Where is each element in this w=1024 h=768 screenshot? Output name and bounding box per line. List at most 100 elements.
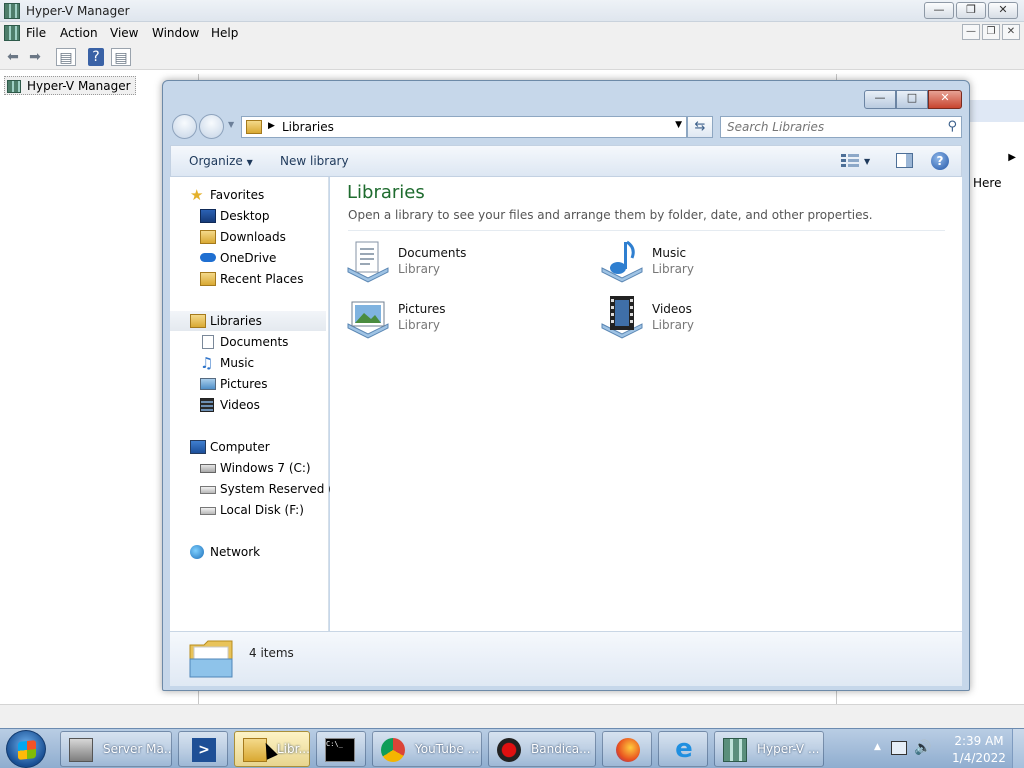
windows-logo-icon [18,740,36,760]
taskbar-bandicam[interactable]: Bandica... [488,731,596,767]
search-input[interactable] [727,120,937,134]
taskbar-powershell[interactable]: > [178,731,228,767]
library-documents[interactable]: Documents Library [344,238,584,286]
hyperv-close-button[interactable]: ✕ [988,2,1018,19]
nav-documents[interactable]: Documents [200,332,326,352]
hard-drive-icon [200,507,216,515]
mdi-restore-button[interactable]: ❐ [982,24,1000,40]
hyperv-window-title: Hyper-V Manager [26,4,130,18]
show-hide-action-pane-icon[interactable]: ▤ [111,48,131,66]
hyperv-restore-button[interactable]: ❐ [956,2,986,19]
nav-drive-d[interactable]: System Reserved (D: [200,479,346,499]
search-box[interactable]: ⚲ [720,116,962,138]
nav-drive-f[interactable]: Local Disk (F:) [200,500,326,520]
forward-button[interactable] [199,114,224,139]
nav-onedrive[interactable]: OneDrive [200,248,326,268]
start-button[interactable] [6,730,46,768]
music-library-icon [601,240,643,283]
nav-downloads[interactable]: Downloads [200,227,326,247]
hyperv-toolbar: ⬅ ➡ ▤ ? ▤ [0,44,1024,70]
back-button[interactable] [172,114,197,139]
desktop-icon [200,209,216,223]
nav-computer[interactable]: Computer [190,437,326,457]
taskbar-internet-explorer[interactable]: e [658,731,708,767]
menu-view[interactable]: View [110,26,138,40]
page-description: Open a library to see your files and arr… [348,208,873,222]
help-icon[interactable]: ? [931,152,949,170]
taskbar-hyperv-manager[interactable]: Hyper-V ... [714,731,824,767]
address-dropdown-icon[interactable]: ▼ [675,120,682,130]
menu-action[interactable]: Action [60,26,98,40]
navigation-pane: ★ Favorites Desktop Downloads OneDrive R… [170,177,346,631]
nav-videos[interactable]: Videos [200,395,326,415]
actions-item-partial[interactable]: Here [973,176,1001,190]
videos-library-icon [601,296,643,339]
nav-recent-places[interactable]: Recent Places [200,269,326,289]
taskbar-firefox[interactable] [602,731,652,767]
taskbar-command-prompt[interactable]: C:\_ [316,731,366,767]
explorer-minimize-button[interactable]: — [864,90,896,109]
downloads-folder-icon [200,230,216,244]
nav-pictures[interactable]: Pictures [200,374,326,394]
hard-drive-icon [200,486,216,494]
clock-time[interactable]: 2:39 AM [952,734,1006,748]
help-icon[interactable]: ? [88,48,104,66]
computer-icon [190,440,206,454]
view-options-dropdown-icon[interactable]: ▼ [864,157,870,166]
libraries-folder-large-icon [189,640,233,678]
volume-icon[interactable]: 🔊 [914,740,931,756]
menu-window[interactable]: Window [152,26,199,40]
search-icon[interactable]: ⚲ [947,119,957,134]
nav-libraries[interactable]: Libraries [170,311,326,331]
show-hidden-icons-icon[interactable]: ▲ [874,742,881,752]
tree-node-hyperv-manager[interactable]: Hyper-V Manager [4,76,136,95]
nav-drive-c[interactable]: Windows 7 (C:) [200,458,326,478]
network-status-icon[interactable] [891,741,907,755]
library-pictures[interactable]: Pictures Library [344,294,584,342]
preview-pane-icon[interactable] [896,153,913,168]
breadcrumb-libraries[interactable]: Libraries [282,120,334,134]
refresh-button[interactable]: ⇆ [687,116,713,138]
windows-drive-icon [200,464,216,473]
hyperv-title-bar[interactable]: Hyper-V Manager — ❐ ✕ [0,0,1024,22]
address-bar[interactable]: ▶ Libraries ▼ [241,116,687,138]
hyperv-minimize-button[interactable]: — [924,2,954,19]
taskbar-chrome[interactable]: YouTube ... [372,731,482,767]
explorer-maximize-button[interactable]: □ [896,90,928,109]
library-type: Library [652,262,694,276]
server-manager-icon [69,738,93,762]
nav-desktop[interactable]: Desktop [200,206,326,226]
taskbar-server-manager[interactable]: Server Ma... [60,731,172,767]
libraries-folder-icon [246,120,262,134]
nav-network[interactable]: Network [190,542,326,562]
clock-date[interactable]: 1/4/2022 [948,751,1010,765]
back-arrow-icon[interactable]: ⬅ [3,48,23,66]
breadcrumb-separator-icon[interactable]: ▶ [268,121,275,131]
recent-pages-dropdown-icon[interactable]: ▼ [228,120,234,129]
pictures-icon [200,378,216,390]
library-music[interactable]: Music Library [598,238,838,286]
show-desktop-button[interactable] [1012,729,1024,768]
library-name: Documents [398,246,467,260]
nav-favorites[interactable]: ★ Favorites [190,185,326,205]
menu-file[interactable]: File [26,26,46,40]
library-name: Pictures [398,302,446,316]
mdi-minimize-button[interactable]: — [962,24,980,40]
hyperv-icon [723,738,747,762]
recent-places-icon [200,272,216,286]
mdi-close-button[interactable]: ✕ [1002,24,1020,40]
music-note-icon: ♫ [200,354,214,372]
internet-explorer-icon: e [675,734,693,764]
forward-arrow-icon[interactable]: ➡ [25,48,45,66]
change-view-icon[interactable] [841,154,859,168]
explorer-close-button[interactable]: ✕ [928,90,962,109]
hyperv-status-bar [0,704,1024,728]
show-hide-console-tree-icon[interactable]: ▤ [56,48,76,66]
organize-button[interactable]: Organize ▼ [189,154,253,168]
nav-music[interactable]: ♫ Music [200,353,326,373]
expand-arrow-icon[interactable]: ▶ [1008,152,1016,163]
firefox-icon [616,738,640,762]
library-videos[interactable]: Videos Library [598,294,838,342]
menu-help[interactable]: Help [211,26,238,40]
new-library-button[interactable]: New library [280,154,349,168]
